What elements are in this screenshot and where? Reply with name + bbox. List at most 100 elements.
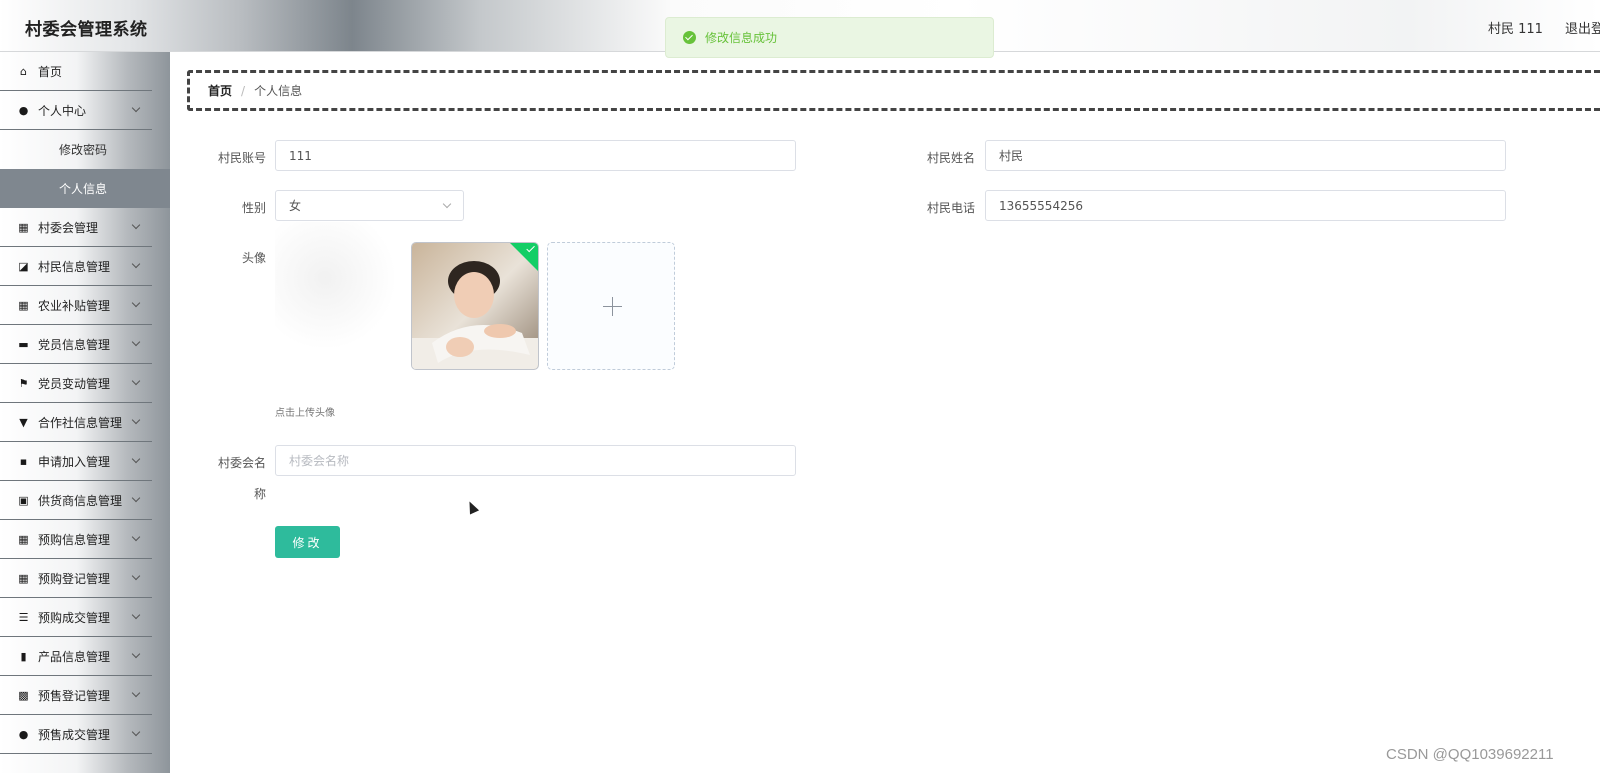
chevron-down-icon xyxy=(131,532,141,542)
avatar-ghost xyxy=(275,222,400,347)
bar-chart-icon: ▮ xyxy=(20,649,27,663)
toast-message: 修改信息成功 xyxy=(705,31,778,45)
sidebar-item-label: 预售登记管理 xyxy=(38,688,111,703)
chevron-down-icon xyxy=(131,727,141,737)
user-icon: ● xyxy=(18,727,29,741)
committee-label: 村委会名 xyxy=(217,456,266,470)
sidebar-item-label: 村民信息管理 xyxy=(38,259,111,274)
sidebar-item-label: 申请加入管理 xyxy=(38,454,111,469)
grid9-icon: ▩ xyxy=(18,688,29,702)
sidebar-item-cooperative[interactable]: ▼ 合作社信息管理 xyxy=(0,403,152,442)
gender-select[interactable]: 女 xyxy=(275,190,464,221)
sidebar-item-committee[interactable]: ▦ 村委会管理 xyxy=(0,208,152,247)
chevron-down-icon xyxy=(131,649,141,659)
sidebar-item-join-request[interactable]: ▪ 申请加入管理 xyxy=(0,442,152,481)
grid-icon: ▦ xyxy=(18,571,29,585)
sidebar-item-preorder-info[interactable]: ▦ 预购信息管理 xyxy=(0,520,152,559)
sidebar-item-label: 预购登记管理 xyxy=(38,571,111,586)
avatar-photo xyxy=(412,243,538,369)
avatar-upload-tip: 点击上传头像 xyxy=(275,408,335,419)
mouse-cursor-icon xyxy=(463,498,481,516)
avatar-label: 头像 xyxy=(241,251,266,265)
logout-link[interactable]: 退出登录 xyxy=(1565,18,1600,37)
avatar-thumbnail[interactable] xyxy=(411,242,539,370)
sidebar-item-label: 预购成交管理 xyxy=(38,610,111,625)
clipboard-icon: ▣ xyxy=(18,493,29,507)
sidebar-item-label: 合作社信息管理 xyxy=(38,415,123,430)
sidebar-item-supplier[interactable]: ▣ 供货商信息管理 xyxy=(0,481,152,520)
message-icon: ▪ xyxy=(19,454,28,468)
sidebar-item-label: 预售成交管理 xyxy=(38,727,111,742)
sidebar-subitem-personal-info[interactable]: 个人信息 xyxy=(0,169,170,208)
sidebar-item-presale-register[interactable]: ▩ 预售登记管理 xyxy=(0,676,152,715)
success-toast: 修改信息成功 xyxy=(665,17,994,58)
pin-icon: ▼ xyxy=(19,415,28,429)
sidebar-item-agri-subsidy[interactable]: ▦ 农业补贴管理 xyxy=(0,286,152,325)
sidebar-item-villager-info[interactable]: ◪ 村民信息管理 xyxy=(0,247,152,286)
sidebar-item-label: 党员信息管理 xyxy=(38,337,111,352)
chevron-down-icon xyxy=(131,103,141,113)
breadcrumb-current: 个人信息 xyxy=(254,84,303,98)
sidebar-item-label: 产品信息管理 xyxy=(38,649,111,664)
sidebar-item-label: 个人信息 xyxy=(59,182,108,196)
chevron-down-icon xyxy=(442,199,452,209)
grid-icon: ▦ xyxy=(18,298,29,312)
breadcrumb-separator: / xyxy=(241,83,246,98)
chevron-down-icon xyxy=(131,259,141,269)
sidebar-item-preorder-deal[interactable]: ☰ 预购成交管理 xyxy=(0,598,152,637)
chevron-down-icon xyxy=(131,376,141,386)
committee-label-cont: 称 xyxy=(253,487,266,501)
grid-icon: ▦ xyxy=(18,220,29,234)
grid-icon: ▦ xyxy=(18,532,29,546)
phone-label: 村民电话 xyxy=(926,201,975,215)
chart-icon: ◪ xyxy=(18,259,29,273)
gender-label: 性别 xyxy=(241,201,266,215)
sidebar-subitem-change-password[interactable]: 修改密码 xyxy=(0,130,170,169)
sidebar-item-presale-deal[interactable]: ● 预售成交管理 xyxy=(0,715,152,754)
sidebar-item-label: 农业补贴管理 xyxy=(38,298,111,313)
chevron-down-icon xyxy=(131,610,141,620)
breadcrumb: 首页 / 个人信息 xyxy=(187,70,1600,111)
chevron-down-icon xyxy=(131,493,141,503)
watermark: CSDN @QQ1039692211 xyxy=(1386,746,1554,763)
success-check-icon xyxy=(683,31,696,44)
sidebar-item-party-change[interactable]: ⚑ 党员变动管理 xyxy=(0,364,152,403)
phone-field[interactable]: 13655554256 xyxy=(985,190,1506,221)
avatar-upload-button[interactable] xyxy=(547,242,675,370)
chevron-down-icon xyxy=(131,415,141,425)
account-label: 村民账号 xyxy=(217,151,266,165)
sidebar-item-personal-center[interactable]: ● 个人中心 xyxy=(0,91,152,130)
name-label: 村民姓名 xyxy=(926,151,975,165)
sidebar-item-label: 修改密码 xyxy=(59,143,108,157)
sidebar-item-home[interactable]: ⌂ 首页 xyxy=(0,52,152,91)
chevron-down-icon xyxy=(131,220,141,230)
chevron-down-icon xyxy=(131,688,141,698)
breadcrumb-home[interactable]: 首页 xyxy=(208,82,232,99)
sidebar-item-label: 村委会管理 xyxy=(38,220,99,235)
account-field[interactable]: 111 xyxy=(275,140,796,171)
submit-button[interactable]: 修改 xyxy=(275,526,340,558)
chevron-down-icon xyxy=(131,337,141,347)
sidebar-item-product-info[interactable]: ▮ 产品信息管理 xyxy=(0,637,152,676)
chevron-down-icon xyxy=(131,571,141,581)
name-field[interactable]: 村民 xyxy=(985,140,1506,171)
gender-selected-value: 女 xyxy=(289,199,302,213)
sidebar: ⌂ 首页 ● 个人中心 修改密码 个人信息 ▦ 村委会管理 ◪ 村民信息管理 ▦ 农业补贴… xyxy=(0,52,170,773)
sidebar-item-party-member[interactable]: ▬ 党员信息管理 xyxy=(0,325,152,364)
sidebar-item-label: 供货商信息管理 xyxy=(38,493,123,508)
flag-icon: ⚑ xyxy=(18,376,29,390)
current-user: 村民 111 xyxy=(1488,22,1543,37)
sidebar-item-label: 党员变动管理 xyxy=(38,376,111,391)
user-icon: ● xyxy=(18,103,29,117)
sidebar-item-label: 个人中心 xyxy=(38,103,87,118)
chevron-down-icon xyxy=(131,454,141,464)
sidebar-item-preorder-register[interactable]: ▦ 预购登记管理 xyxy=(0,559,152,598)
plus-icon-vertical xyxy=(612,297,613,316)
monitor-icon: ▬ xyxy=(18,337,29,351)
sidebar-item-label: 预购信息管理 xyxy=(38,532,111,547)
sidebar-item-label: 首页 xyxy=(38,64,63,79)
committee-name-field[interactable]: 村委会名称 xyxy=(275,445,796,476)
list-icon: ☰ xyxy=(18,610,29,624)
app-title: 村委会管理系统 xyxy=(25,20,148,40)
home-icon: ⌂ xyxy=(20,64,27,78)
